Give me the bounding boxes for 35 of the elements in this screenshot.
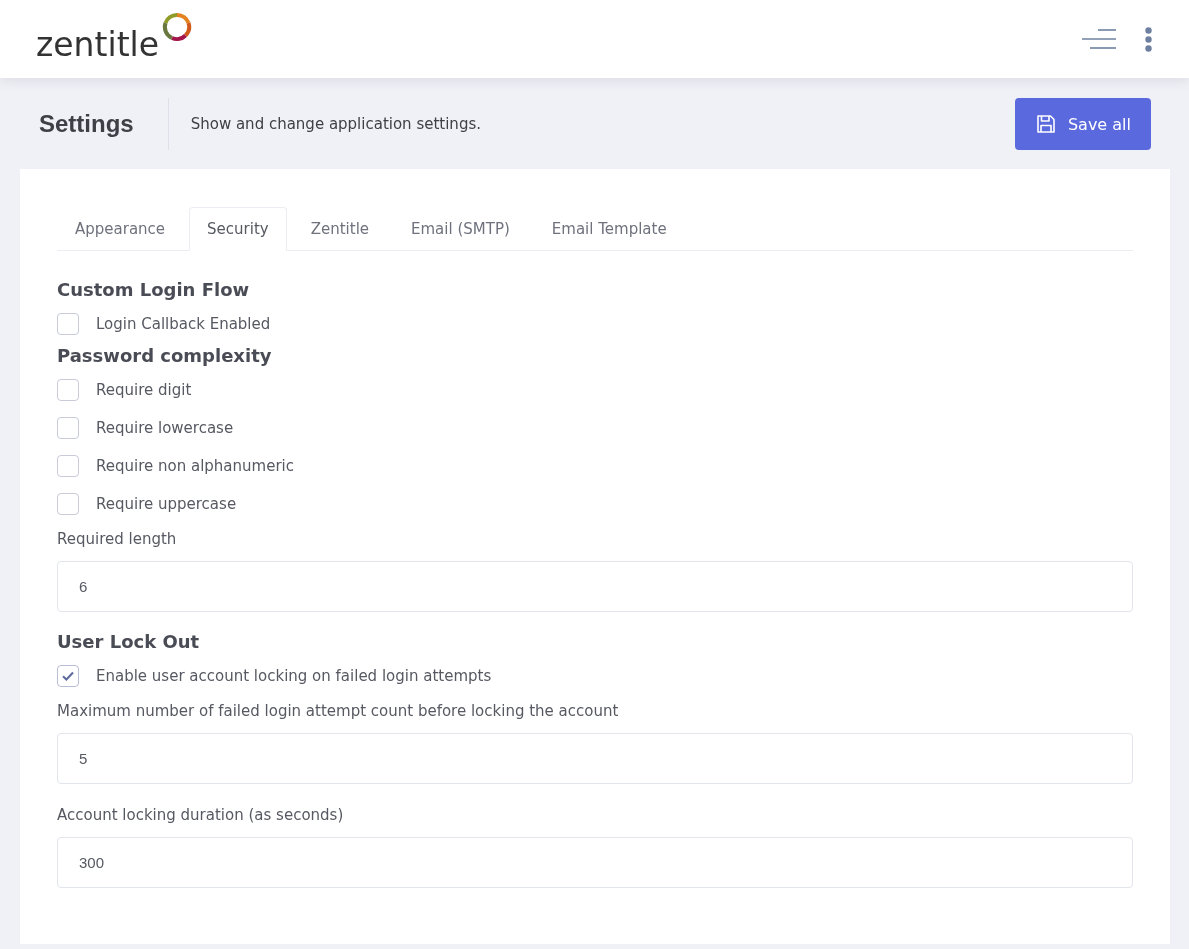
save-icon — [1036, 115, 1055, 133]
check-icon — [62, 671, 74, 681]
checkbox-label: Require digit — [96, 381, 192, 399]
checkbox-label: Login Callback Enabled — [96, 315, 271, 333]
checkbox[interactable] — [57, 313, 79, 335]
page-title: Settings — [39, 109, 134, 139]
section-heading: Custom Login Flow — [57, 278, 251, 302]
tab[interactable]: Appearance — [57, 207, 184, 251]
checkbox-label: Enable user account locking on failed login attempts — [96, 667, 492, 685]
logo-ring-icon — [161, 11, 194, 43]
page-description: Show and change application settings. — [190, 115, 481, 133]
checkbox-label: Require lowercase — [96, 419, 234, 437]
field-label: Maximum number of failed login attempt count before locking the account — [57, 701, 620, 721]
save-all-button[interactable]: Save all — [1014, 98, 1151, 150]
more-options-icon[interactable] — [1145, 26, 1152, 52]
checkbox[interactable] — [57, 379, 79, 401]
tab[interactable]: Email (SMTP) — [393, 207, 528, 251]
checkbox[interactable] — [57, 455, 79, 477]
field-label: Account locking duration (as seconds) — [57, 805, 345, 825]
input-field[interactable]: 300 — [57, 837, 1133, 888]
checkbox-label: Require non alphanumeric — [96, 457, 294, 475]
checkbox[interactable] — [57, 493, 79, 515]
tab[interactable]: Email Template — [533, 207, 685, 251]
section-heading: Password complexity — [57, 344, 273, 368]
checkbox-label: Require uppercase — [96, 495, 237, 513]
logo-text: zentitle — [36, 25, 160, 65]
input-field[interactable]: 6 — [57, 561, 1133, 612]
checkbox[interactable] — [57, 665, 79, 687]
checkbox[interactable] — [57, 417, 79, 439]
field-label: Required length — [57, 529, 178, 549]
tab[interactable]: Zentitle — [292, 207, 388, 251]
tab[interactable]: Security — [189, 207, 287, 251]
section-heading: User Lock Out — [57, 630, 201, 654]
input-field[interactable]: 5 — [57, 733, 1133, 784]
menu-icon[interactable] — [1082, 29, 1116, 49]
